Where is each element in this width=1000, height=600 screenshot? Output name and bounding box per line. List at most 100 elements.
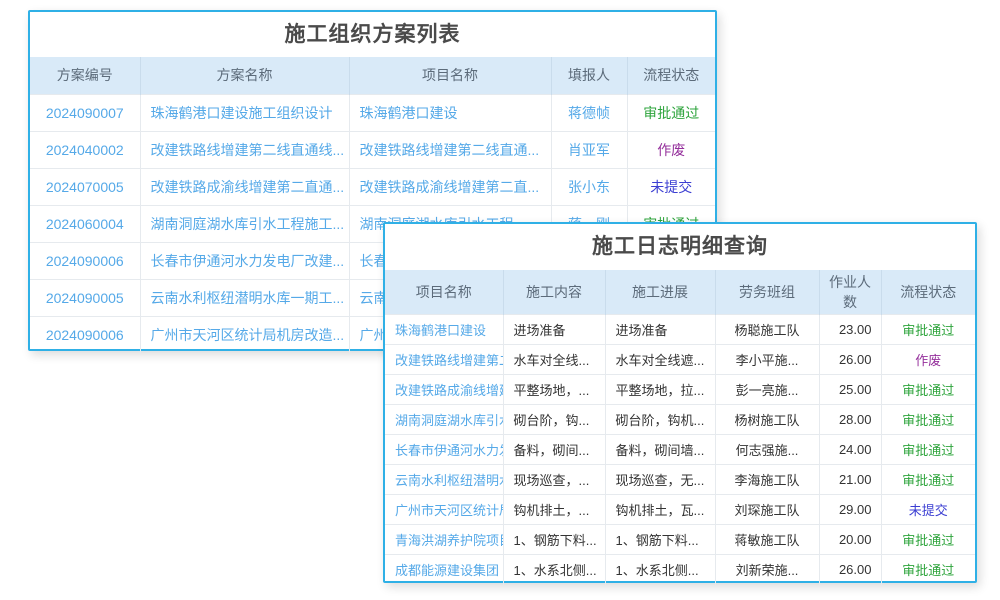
plan-id-cell[interactable]: 2024040002: [30, 131, 140, 168]
labor-team-cell: 彭一亮施...: [715, 375, 819, 405]
labor-team-cell: 杨聪施工队: [715, 315, 819, 345]
worker-count-cell: 28.00: [819, 405, 881, 435]
table-row[interactable]: 2024070005改建铁路成渝线增建第二直通...改建铁路成渝线增建第二直..…: [30, 168, 715, 205]
status-cell: 审批通过: [881, 315, 975, 345]
status-cell: 作废: [627, 131, 715, 168]
status-cell: 未提交: [627, 168, 715, 205]
status-cell: 审批通过: [881, 525, 975, 555]
project-name-cell[interactable]: 长春市伊通河水力发电厂...: [385, 435, 503, 465]
work-progress-cell: 1、钢筋下料...: [605, 525, 715, 555]
logs-panel-title: 施工日志明细查询: [385, 224, 975, 270]
project-name-cell[interactable]: 珠海鹤港口建设: [385, 315, 503, 345]
project-name-cell[interactable]: 云南水利枢纽潜明水库...: [385, 465, 503, 495]
logs-table-body: 珠海鹤港口建设进场准备进场准备杨聪施工队23.00审批通过改建铁路线增建第二线直…: [385, 315, 975, 585]
project-name-cell[interactable]: 成都能源建设集团: [385, 555, 503, 585]
reporter-cell[interactable]: 肖亚军: [551, 131, 627, 168]
table-row[interactable]: 长春市伊通河水力发电厂...备料，砌间...备料，砌间墙...何志强施...24…: [385, 435, 975, 465]
labor-team-cell: 刘新荣施...: [715, 555, 819, 585]
table-row[interactable]: 青海洪湖养护院项目1、钢筋下料...1、钢筋下料...蒋敏施工队20.00审批通…: [385, 525, 975, 555]
status-cell: 未提交: [881, 495, 975, 525]
work-progress-cell: 平整场地，拉...: [605, 375, 715, 405]
worker-count-column-header: 作业人数: [819, 270, 881, 315]
labor-team-cell: 何志强施...: [715, 435, 819, 465]
logs-table: 项目名称施工内容施工进展劳务班组作业人数流程状态 珠海鹤港口建设进场准备进场准备…: [385, 270, 975, 585]
status-cell: 审批通过: [881, 435, 975, 465]
logs-table-header: 项目名称施工内容施工进展劳务班组作业人数流程状态: [385, 270, 975, 315]
plan-name-cell[interactable]: 湖南洞庭湖水库引水工程施工...: [140, 205, 349, 242]
table-row[interactable]: 成都能源建设集团1、水系北侧...1、水系北侧...刘新荣施...26.00审批…: [385, 555, 975, 585]
work-content-cell: 钩机排土，...: [503, 495, 605, 525]
plans-table-header: 方案编号方案名称项目名称填报人流程状态: [30, 57, 715, 94]
status-cell: 审批通过: [881, 465, 975, 495]
plan-id-cell[interactable]: 2024090005: [30, 279, 140, 316]
plan-name-cell[interactable]: 改建铁路成渝线增建第二直通...: [140, 168, 349, 205]
plan-id-column-header: 方案编号: [30, 57, 140, 94]
plan-name-cell[interactable]: 广州市天河区统计局机房改造...: [140, 316, 349, 353]
work-content-cell: 1、钢筋下料...: [503, 525, 605, 555]
plan-name-cell[interactable]: 珠海鹤港口建设施工组织设计: [140, 94, 349, 131]
work-progress-cell: 1、水系北侧...: [605, 555, 715, 585]
reporter-column-header: 填报人: [551, 57, 627, 94]
status-cell: 审批通过: [627, 94, 715, 131]
work-content-column-header: 施工内容: [503, 270, 605, 315]
project-name-cell[interactable]: 珠海鹤港口建设: [349, 94, 551, 131]
work-progress-cell: 进场准备: [605, 315, 715, 345]
table-row[interactable]: 广州市天河区统计局机房...钩机排土，...钩机排土，瓦...刘琛施工队29.0…: [385, 495, 975, 525]
table-row[interactable]: 2024090007珠海鹤港口建设施工组织设计珠海鹤港口建设蒋德帧审批通过: [30, 94, 715, 131]
project-name-cell[interactable]: 改建铁路线增建第二线直通...: [385, 345, 503, 375]
labor-team-column-header: 劳务班组: [715, 270, 819, 315]
header-row: 方案编号方案名称项目名称填报人流程状态: [30, 57, 715, 94]
project-name-cell[interactable]: 青海洪湖养护院项目: [385, 525, 503, 555]
reporter-cell[interactable]: 蒋德帧: [551, 94, 627, 131]
plan-name-cell[interactable]: 云南水利枢纽潜明水库一期工...: [140, 279, 349, 316]
status-cell: 审批通过: [881, 375, 975, 405]
plan-id-cell[interactable]: 2024070005: [30, 168, 140, 205]
plan-id-cell[interactable]: 2024060004: [30, 205, 140, 242]
table-row[interactable]: 珠海鹤港口建设进场准备进场准备杨聪施工队23.00审批通过: [385, 315, 975, 345]
labor-team-cell: 刘琛施工队: [715, 495, 819, 525]
plan-name-cell[interactable]: 改建铁路线增建第二线直通线...: [140, 131, 349, 168]
table-row[interactable]: 云南水利枢纽潜明水库...现场巡查，...现场巡查，无...李海施工队21.00…: [385, 465, 975, 495]
status-cell: 作废: [881, 345, 975, 375]
table-row[interactable]: 改建铁路成渝线增建第二直...平整场地，...平整场地，拉...彭一亮施...2…: [385, 375, 975, 405]
plan-id-cell[interactable]: 2024090006: [30, 242, 140, 279]
work-progress-column-header: 施工进展: [605, 270, 715, 315]
work-content-cell: 1、水系北侧...: [503, 555, 605, 585]
worker-count-cell: 26.00: [819, 345, 881, 375]
work-progress-cell: 钩机排土，瓦...: [605, 495, 715, 525]
worker-count-cell: 20.00: [819, 525, 881, 555]
reporter-cell[interactable]: 张小东: [551, 168, 627, 205]
project-name-cell[interactable]: 改建铁路成渝线增建第二直...: [349, 168, 551, 205]
plan-id-cell[interactable]: 2024090006: [30, 316, 140, 353]
labor-team-cell: 蒋敏施工队: [715, 525, 819, 555]
plan-name-cell[interactable]: 长春市伊通河水力发电厂改建...: [140, 242, 349, 279]
project-name-cell[interactable]: 湖南洞庭湖水库引水工程...: [385, 405, 503, 435]
project-name-cell[interactable]: 改建铁路成渝线增建第二直...: [385, 375, 503, 405]
work-content-cell: 平整场地，...: [503, 375, 605, 405]
table-row[interactable]: 改建铁路线增建第二线直通...水车对全线...水车对全线遮...李小平施...2…: [385, 345, 975, 375]
status-column-header: 流程状态: [627, 57, 715, 94]
plan-id-cell[interactable]: 2024090007: [30, 94, 140, 131]
header-row: 项目名称施工内容施工进展劳务班组作业人数流程状态: [385, 270, 975, 315]
labor-team-cell: 李小平施...: [715, 345, 819, 375]
worker-count-cell: 23.00: [819, 315, 881, 345]
work-content-cell: 砌台阶，钩...: [503, 405, 605, 435]
worker-count-cell: 26.00: [819, 555, 881, 585]
table-row[interactable]: 2024040002改建铁路线增建第二线直通线...改建铁路线增建第二线直通..…: [30, 131, 715, 168]
worker-count-cell: 29.00: [819, 495, 881, 525]
project-name-cell[interactable]: 广州市天河区统计局机房...: [385, 495, 503, 525]
labor-team-cell: 杨树施工队: [715, 405, 819, 435]
status-cell: 审批通过: [881, 555, 975, 585]
project-name-cell[interactable]: 改建铁路线增建第二线直通...: [349, 131, 551, 168]
status-column-header: 流程状态: [881, 270, 975, 315]
plans-panel-title: 施工组织方案列表: [30, 12, 715, 57]
labor-team-cell: 李海施工队: [715, 465, 819, 495]
work-progress-cell: 现场巡查，无...: [605, 465, 715, 495]
table-row[interactable]: 湖南洞庭湖水库引水工程...砌台阶，钩...砌台阶，钩机...杨树施工队28.0…: [385, 405, 975, 435]
status-cell: 审批通过: [881, 405, 975, 435]
work-content-cell: 现场巡查，...: [503, 465, 605, 495]
project-name-column-header: 项目名称: [349, 57, 551, 94]
project-name-column-header: 项目名称: [385, 270, 503, 315]
work-content-cell: 进场准备: [503, 315, 605, 345]
worker-count-cell: 21.00: [819, 465, 881, 495]
